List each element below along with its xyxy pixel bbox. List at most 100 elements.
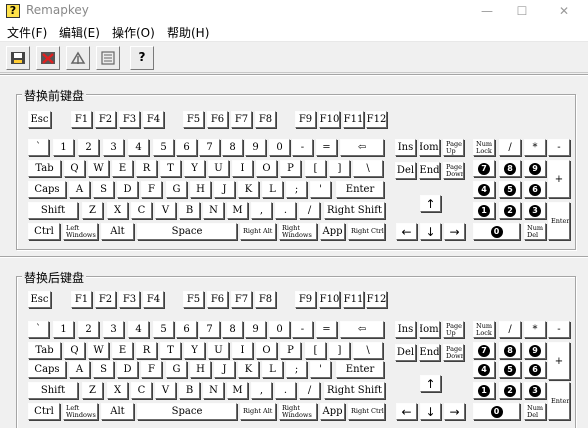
key-left-windows[interactable]: Left Windows	[63, 223, 98, 240]
key-z[interactable]: Z	[82, 202, 103, 219]
key-x[interactable]: X	[107, 202, 128, 219]
key-b[interactable]: B	[179, 202, 200, 219]
key-i[interactable]: I	[232, 342, 253, 359]
key-ctrl[interactable]: Ctrl	[28, 223, 60, 240]
key-page-down[interactable]: Page Down	[443, 162, 464, 179]
key-1[interactable]: 1	[53, 321, 74, 338]
key-7[interactable]: 7	[473, 160, 495, 177]
key-slash[interactable]: /	[499, 139, 521, 156]
key-y[interactable]: Y	[184, 160, 205, 177]
key-backslash[interactable]: \	[353, 160, 383, 177]
key-p[interactable]: P	[280, 160, 301, 177]
menu-file[interactable]: 文件(F)	[7, 24, 47, 41]
key-a[interactable]: A	[69, 181, 90, 198]
key-right-shift[interactable]: Right Shift	[324, 202, 385, 219]
minimize-button[interactable]: —	[473, 2, 501, 20]
key-semicolon[interactable]: ;	[286, 181, 307, 198]
key-f9[interactable]: F9	[295, 291, 316, 308]
key-y[interactable]: Y	[184, 342, 205, 359]
remap-button[interactable]	[66, 46, 90, 70]
key-minus[interactable]: -	[292, 321, 313, 338]
key-right-ctrl[interactable]: Right Ctrl	[348, 223, 385, 240]
key-l[interactable]: L	[262, 181, 283, 198]
key-plus[interactable]: +	[548, 342, 570, 380]
key-slash[interactable]: /	[299, 382, 320, 399]
key-left[interactable]: ←	[396, 403, 417, 420]
key-comma[interactable]: ,	[251, 382, 272, 399]
key-right-alt[interactable]: Right Alt	[240, 223, 276, 240]
key-f7[interactable]: F7	[231, 291, 252, 308]
key-1[interactable]: 1	[53, 139, 74, 156]
key-esc[interactable]: Esc	[28, 291, 51, 308]
key-minus[interactable]: -	[548, 139, 570, 156]
key-2[interactable]: 2	[499, 382, 521, 399]
key-l[interactable]: L	[262, 361, 283, 378]
key-semicolon[interactable]: ;	[286, 361, 307, 378]
key-4[interactable]: 4	[473, 361, 495, 378]
key-right-alt[interactable]: Right Alt	[240, 403, 276, 420]
key-m[interactable]: M	[227, 382, 248, 399]
key-lbracket[interactable]: [	[305, 160, 326, 177]
delete-button[interactable]	[36, 46, 60, 70]
key-f4[interactable]: F4	[143, 111, 164, 128]
key-slash[interactable]: /	[499, 321, 521, 338]
key-d[interactable]: D	[117, 361, 138, 378]
key-period[interactable]: .	[275, 382, 296, 399]
key-t[interactable]: T	[160, 342, 181, 359]
key-alt[interactable]: Alt	[101, 403, 134, 420]
key-o[interactable]: O	[256, 342, 277, 359]
key-tab[interactable]: Tab	[28, 160, 61, 177]
key-k[interactable]: K	[238, 181, 259, 198]
key-f6[interactable]: F6	[207, 111, 228, 128]
key-num-lock[interactable]: Num Lock	[473, 139, 495, 156]
key-num-del[interactable]: Num Del	[524, 403, 546, 420]
key-0[interactable]: 0	[473, 223, 520, 240]
key-period[interactable]: .	[275, 202, 296, 219]
key-3[interactable]: 3	[103, 139, 124, 156]
key-f3[interactable]: F3	[119, 111, 140, 128]
key-8[interactable]: 8	[499, 342, 521, 359]
key-f1[interactable]: F1	[71, 291, 92, 308]
key-6[interactable]: 6	[524, 361, 546, 378]
key-h[interactable]: H	[190, 181, 211, 198]
key-4[interactable]: 4	[473, 181, 495, 198]
key-f5[interactable]: F5	[183, 291, 204, 308]
key-q[interactable]: Q	[64, 342, 85, 359]
key-plus[interactable]: +	[548, 160, 570, 198]
key-u[interactable]: U	[208, 342, 229, 359]
help-button[interactable]: ?	[130, 46, 154, 70]
key-w[interactable]: W	[88, 160, 109, 177]
key-7[interactable]: 7	[199, 139, 220, 156]
key-up[interactable]: ↑	[420, 375, 441, 392]
key-enter[interactable]: Enter	[548, 202, 570, 240]
key-g[interactable]: G	[166, 361, 187, 378]
key-6[interactable]: 6	[176, 139, 197, 156]
key-right-shift[interactable]: Right Shift	[324, 382, 385, 399]
key-page-up[interactable]: Page Up	[443, 321, 464, 338]
key-2[interactable]: 2	[78, 139, 99, 156]
key-f[interactable]: F	[141, 181, 162, 198]
key-asterisk[interactable]: *	[524, 321, 546, 338]
key-p[interactable]: P	[280, 342, 301, 359]
key-z[interactable]: Z	[82, 382, 103, 399]
key-s[interactable]: S	[93, 361, 114, 378]
key-page-down[interactable]: Page Down	[443, 344, 464, 361]
save-button[interactable]	[6, 46, 30, 70]
key-f8[interactable]: F8	[255, 291, 276, 308]
key-r[interactable]: R	[136, 342, 157, 359]
key-e[interactable]: E	[112, 160, 133, 177]
key-rbracket[interactable]: ]	[329, 342, 350, 359]
key-num-del[interactable]: Num Del	[524, 223, 546, 240]
key-g[interactable]: G	[166, 181, 187, 198]
key-f7[interactable]: F7	[231, 111, 252, 128]
key-f4[interactable]: F4	[143, 291, 164, 308]
key-quote[interactable]: '	[310, 361, 331, 378]
key-u[interactable]: U	[208, 160, 229, 177]
key-t[interactable]: T	[160, 160, 181, 177]
menu-help[interactable]: 帮助(H)	[167, 24, 209, 41]
key-0[interactable]: 0	[269, 321, 290, 338]
key-3[interactable]: 3	[524, 382, 546, 399]
key-f2[interactable]: F2	[95, 111, 116, 128]
key-4[interactable]: 4	[128, 321, 149, 338]
key-j[interactable]: J	[214, 181, 235, 198]
